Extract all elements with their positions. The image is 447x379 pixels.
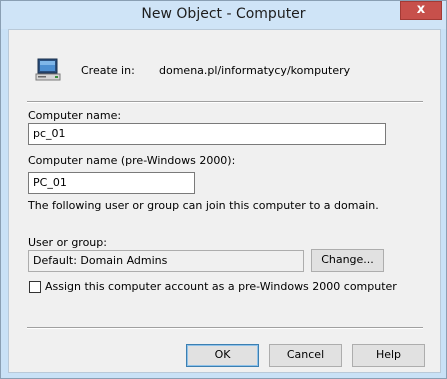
title-bar[interactable]: New Object - Computer x (1, 1, 446, 29)
ok-button[interactable]: OK (186, 344, 259, 367)
change-button[interactable]: Change... (311, 249, 384, 272)
computer-name-input[interactable]: pc_01 (28, 123, 386, 145)
join-info-text: The following user or group can join thi… (28, 199, 379, 212)
create-in-path: domena.pl/informatycy/komputery (159, 64, 351, 77)
computer-icon (35, 58, 61, 81)
dialog-body: Create in: domena.pl/informatycy/kompute… (8, 29, 441, 373)
close-icon: x (416, 2, 426, 17)
create-in-label: Create in: (81, 64, 135, 77)
close-button[interactable]: x (400, 1, 442, 20)
window-title: New Object - Computer (141, 6, 306, 22)
help-button[interactable]: Help (352, 344, 425, 367)
separator-bottom (27, 327, 423, 329)
user-or-group-field: Default: Domain Admins (28, 250, 304, 272)
computer-name-label: Computer name: (28, 109, 122, 122)
computer-name-pre2000-label: Computer name (pre-Windows 2000): (28, 154, 236, 167)
cancel-button[interactable]: Cancel (269, 344, 342, 367)
computer-name-pre2000-input[interactable]: PC_01 (28, 172, 195, 194)
dialog-window: New Object - Computer x Create in: domen… (0, 0, 447, 379)
pre2000-checkbox[interactable] (29, 281, 41, 293)
pre2000-checkbox-label[interactable]: Assign this computer account as a pre-Wi… (45, 280, 397, 293)
user-or-group-label: User or group: (28, 236, 107, 249)
separator-top (27, 101, 423, 103)
